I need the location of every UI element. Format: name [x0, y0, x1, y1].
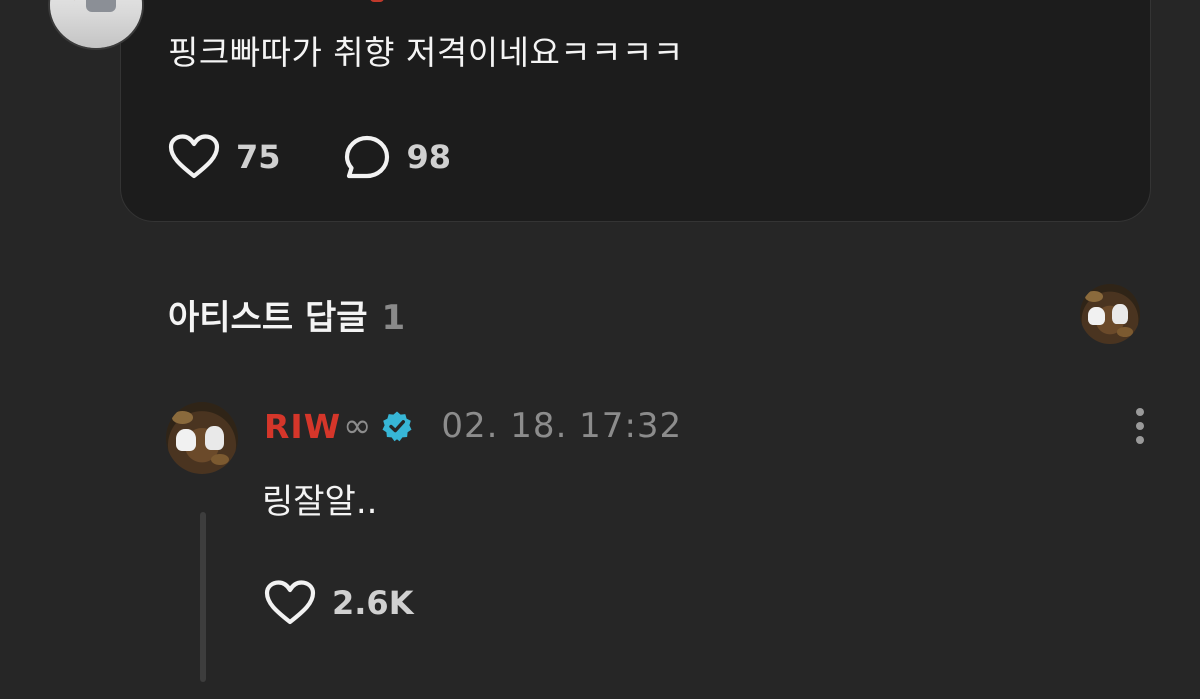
verified-badge-icon: [382, 411, 412, 442]
post-comment-count: 98: [406, 138, 452, 176]
avatar-leaf: [1117, 327, 1133, 337]
reply-meta: RIW ∞ 02. 18. 17:32: [264, 406, 682, 446]
reply-like-button[interactable]: 2.6K: [264, 580, 413, 626]
more-dot: [1136, 422, 1144, 430]
avatar-leaf: [1084, 291, 1103, 302]
artist-replies-count: 1: [381, 298, 406, 338]
reply-timestamp: 02. 18. 17:32: [441, 406, 683, 446]
heart-icon: [168, 134, 220, 179]
thread-line: [200, 512, 206, 682]
screen: 핑크빠따가 취향 저격이네요ㅋㅋㅋㅋ 75 98 아티스트 답글 1 RIW ∞…: [0, 0, 1200, 699]
artist-replies-title: 아티스트 답글: [168, 298, 368, 338]
avatar-dog: [1088, 306, 1106, 325]
more-options-icon[interactable]: [1130, 408, 1150, 448]
avatar-dog: [204, 426, 224, 450]
infinity-icon: ∞: [343, 406, 372, 446]
heart-icon: [264, 580, 316, 625]
avatar-dog: [176, 429, 197, 451]
reply-actions: 2.6K: [264, 580, 413, 626]
reply-author-name[interactable]: RIW: [264, 407, 341, 446]
avatar-figure: [86, 0, 116, 12]
post-comment-button[interactable]: 98: [343, 134, 452, 180]
avatar-leaf: [171, 410, 194, 424]
artist-replies-header: 아티스트 답글 1: [168, 290, 405, 339]
reply-like-count: 2.6K: [332, 584, 414, 622]
comment-bubble-icon: [344, 135, 389, 179]
post-text: 핑크빠따가 취향 저격이네요ㅋㅋㅋㅋ: [168, 33, 684, 72]
more-dot: [1136, 408, 1144, 416]
avatar-leaf: [210, 453, 230, 466]
post-like-count: 75: [236, 138, 281, 176]
reply-text: 링잘알..: [262, 482, 378, 522]
avatar-dog: [1112, 304, 1128, 324]
post-like-button[interactable]: 75: [168, 134, 281, 180]
more-dot: [1136, 436, 1144, 444]
reply-author-avatar[interactable]: [166, 402, 238, 474]
post-actions: 75 98: [168, 134, 451, 180]
artist-avatar-small[interactable]: [1080, 284, 1140, 344]
post-author-avatar[interactable]: [48, 0, 144, 50]
